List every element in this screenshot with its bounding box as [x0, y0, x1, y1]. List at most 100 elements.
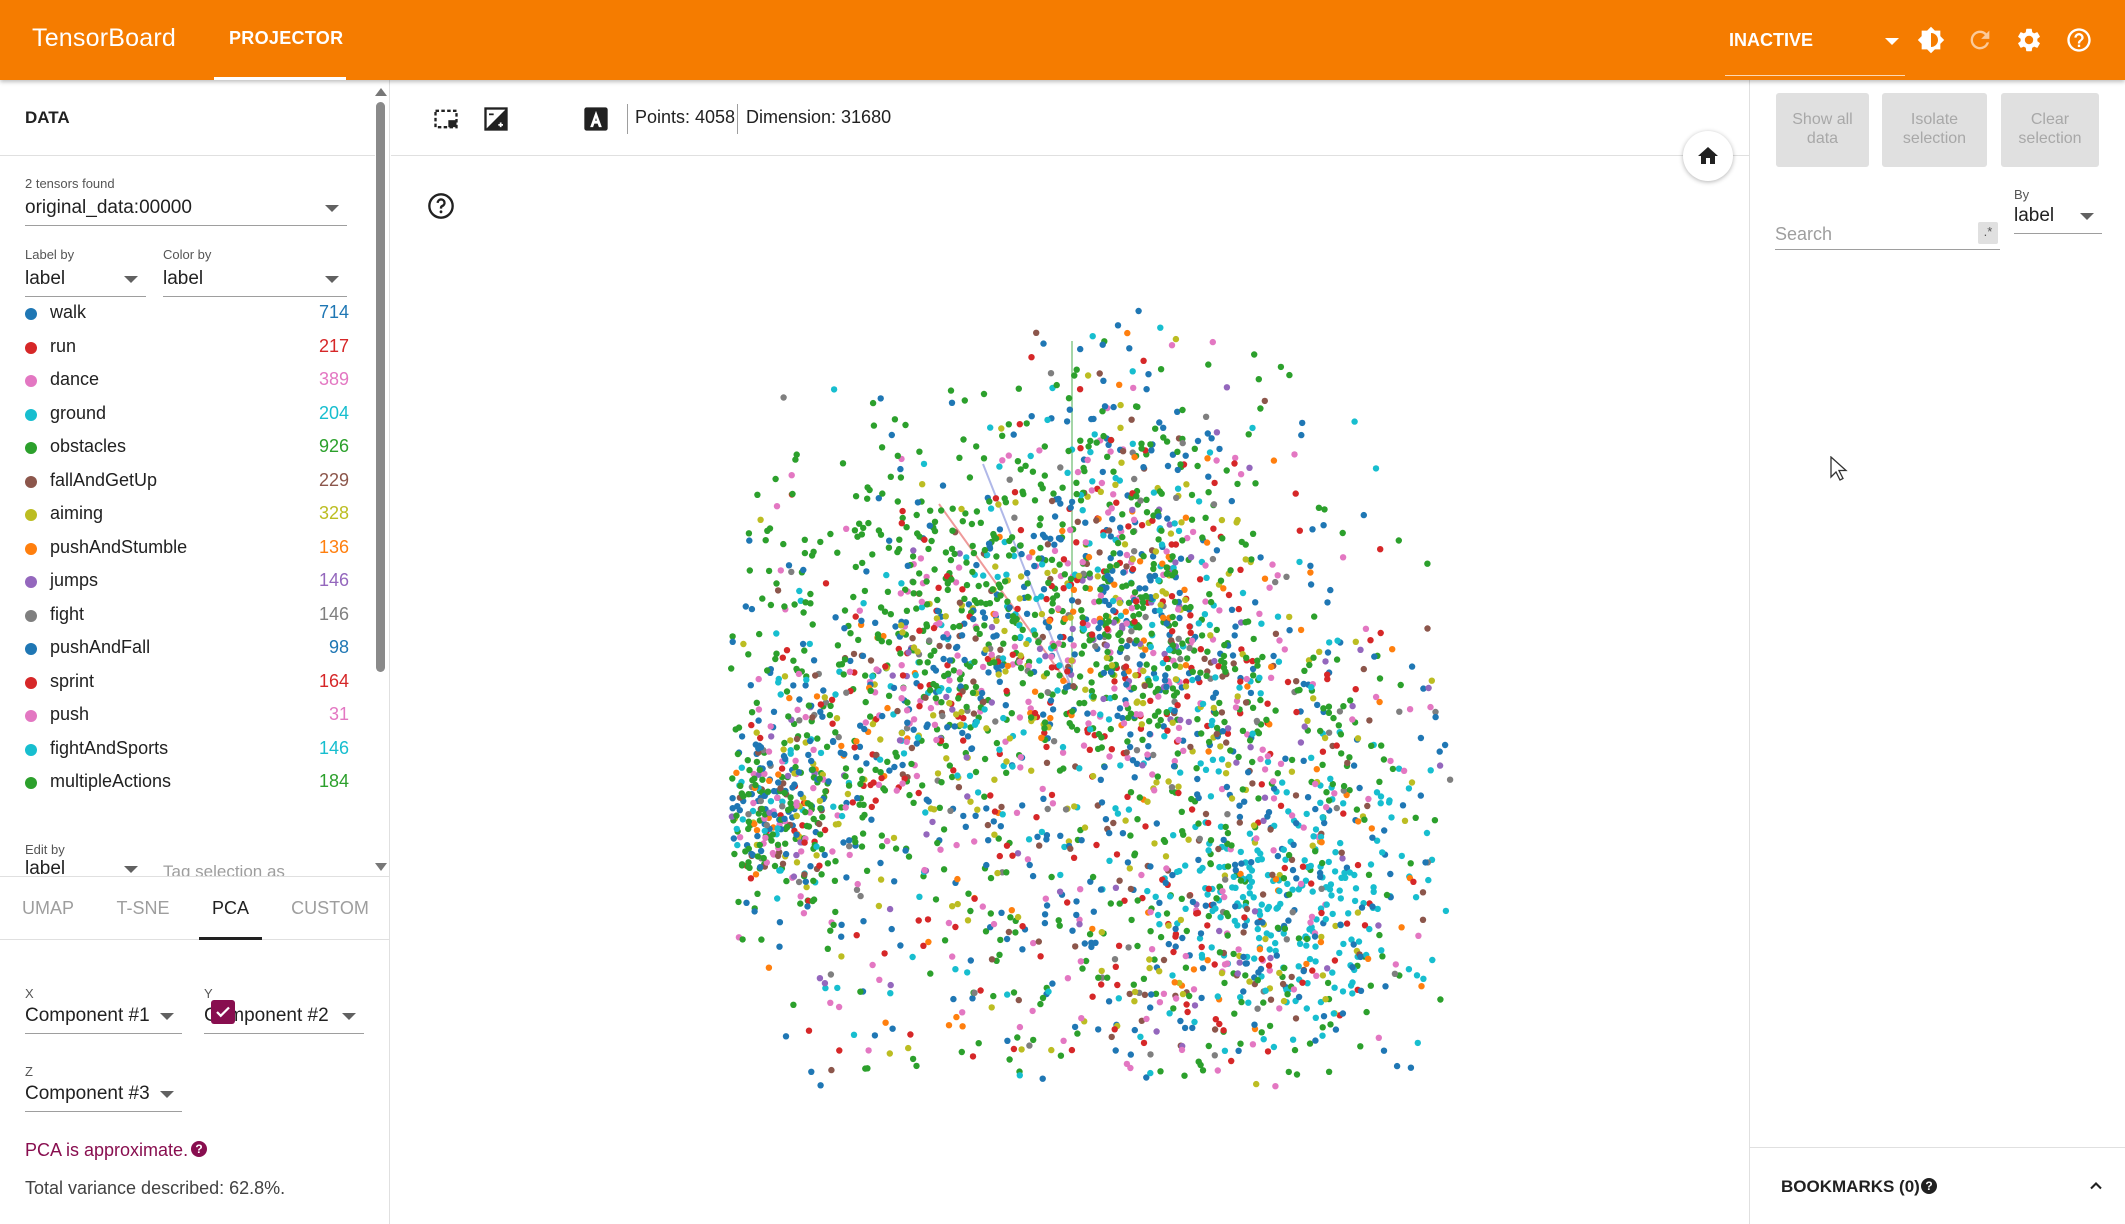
data-point[interactable]: [1300, 967, 1307, 975]
data-point[interactable]: [948, 545, 956, 552]
data-point[interactable]: [1194, 716, 1201, 723]
data-point[interactable]: [1073, 366, 1080, 373]
data-point[interactable]: [952, 966, 959, 973]
data-point[interactable]: [1133, 493, 1140, 500]
data-point[interactable]: [887, 981, 894, 989]
data-point[interactable]: [941, 937, 949, 944]
data-point[interactable]: [1174, 750, 1181, 757]
data-point[interactable]: [960, 737, 967, 744]
data-point[interactable]: [759, 776, 766, 783]
data-point[interactable]: [1258, 901, 1265, 908]
data-point[interactable]: [1307, 562, 1314, 569]
data-point[interactable]: [796, 587, 803, 595]
data-point[interactable]: [781, 815, 788, 822]
data-point[interactable]: [857, 892, 864, 900]
data-point[interactable]: [1313, 766, 1320, 773]
data-point[interactable]: [1008, 710, 1015, 717]
data-point[interactable]: [1209, 555, 1217, 563]
data-point[interactable]: [861, 587, 869, 595]
data-point[interactable]: [805, 751, 812, 759]
data-point[interactable]: [1104, 625, 1111, 633]
data-point[interactable]: [1024, 856, 1032, 863]
data-point[interactable]: [782, 755, 789, 763]
data-point[interactable]: [1241, 914, 1248, 921]
data-point[interactable]: [807, 590, 814, 598]
scroll-up-icon[interactable]: [375, 88, 387, 96]
data-point[interactable]: [982, 646, 989, 653]
data-point[interactable]: [1038, 734, 1045, 741]
data-point[interactable]: [1182, 905, 1189, 912]
data-point[interactable]: [1174, 702, 1181, 709]
data-point[interactable]: [787, 794, 794, 801]
data-point[interactable]: [969, 689, 977, 696]
data-point[interactable]: [1284, 678, 1292, 686]
data-point[interactable]: [801, 871, 808, 878]
data-point[interactable]: [898, 729, 905, 737]
data-point[interactable]: [881, 787, 889, 794]
data-point[interactable]: [1398, 852, 1405, 860]
data-point[interactable]: [1376, 675, 1384, 682]
data-point[interactable]: [1132, 672, 1139, 679]
data-point[interactable]: [954, 652, 961, 659]
data-point[interactable]: [1082, 539, 1089, 546]
data-point[interactable]: [1078, 607, 1085, 614]
data-point[interactable]: [1274, 572, 1281, 579]
data-point[interactable]: [890, 834, 898, 842]
data-point[interactable]: [827, 702, 834, 710]
data-point[interactable]: [916, 570, 923, 577]
data-point[interactable]: [1179, 406, 1186, 414]
data-point[interactable]: [1123, 749, 1130, 756]
data-point[interactable]: [752, 781, 759, 789]
data-point[interactable]: [1194, 437, 1202, 445]
data-point[interactable]: [957, 721, 964, 728]
data-point[interactable]: [1089, 478, 1096, 485]
data-point[interactable]: [1175, 789, 1182, 797]
data-point[interactable]: [1157, 324, 1164, 331]
data-point[interactable]: [1361, 816, 1368, 823]
data-point[interactable]: [747, 875, 755, 882]
data-point[interactable]: [1258, 955, 1265, 963]
data-point[interactable]: [1299, 979, 1306, 986]
data-point[interactable]: [763, 821, 770, 829]
data-point[interactable]: [1319, 761, 1326, 768]
data-point[interactable]: [853, 886, 861, 893]
data-point[interactable]: [945, 919, 953, 927]
data-point[interactable]: [1232, 903, 1239, 910]
data-point[interactable]: [977, 519, 984, 526]
data-point[interactable]: [862, 719, 869, 726]
data-point[interactable]: [1191, 1018, 1198, 1026]
data-point[interactable]: [1132, 403, 1140, 410]
data-point[interactable]: [1072, 943, 1079, 950]
data-point[interactable]: [1043, 759, 1051, 766]
data-point[interactable]: [1037, 953, 1044, 960]
data-point[interactable]: [1312, 805, 1319, 813]
data-point[interactable]: [1090, 693, 1097, 700]
data-point[interactable]: [1147, 1004, 1154, 1011]
data-point[interactable]: [821, 694, 828, 701]
data-point[interactable]: [1424, 560, 1431, 567]
data-point[interactable]: [1139, 652, 1146, 659]
data-point[interactable]: [1291, 1046, 1299, 1054]
data-point[interactable]: [1170, 763, 1178, 770]
data-point[interactable]: [791, 601, 798, 608]
data-point[interactable]: [1172, 933, 1179, 940]
data-point[interactable]: [1087, 667, 1094, 674]
data-point[interactable]: [1019, 488, 1026, 495]
theme-icon[interactable]: [1913, 22, 1949, 58]
data-point[interactable]: [1148, 946, 1156, 953]
data-point[interactable]: [968, 520, 976, 528]
data-point[interactable]: [783, 647, 791, 654]
data-point[interactable]: [1206, 591, 1213, 598]
data-point[interactable]: [1249, 530, 1257, 537]
data-point[interactable]: [913, 1062, 920, 1070]
data-point[interactable]: [1027, 452, 1034, 460]
data-point[interactable]: [992, 611, 999, 618]
data-point[interactable]: [804, 903, 811, 910]
data-point[interactable]: [769, 831, 776, 838]
data-point[interactable]: [1047, 697, 1055, 704]
data-point[interactable]: [813, 852, 820, 859]
data-point[interactable]: [908, 744, 916, 752]
data-point[interactable]: [1026, 554, 1033, 561]
data-point[interactable]: [1347, 697, 1354, 704]
data-point[interactable]: [1116, 705, 1124, 712]
